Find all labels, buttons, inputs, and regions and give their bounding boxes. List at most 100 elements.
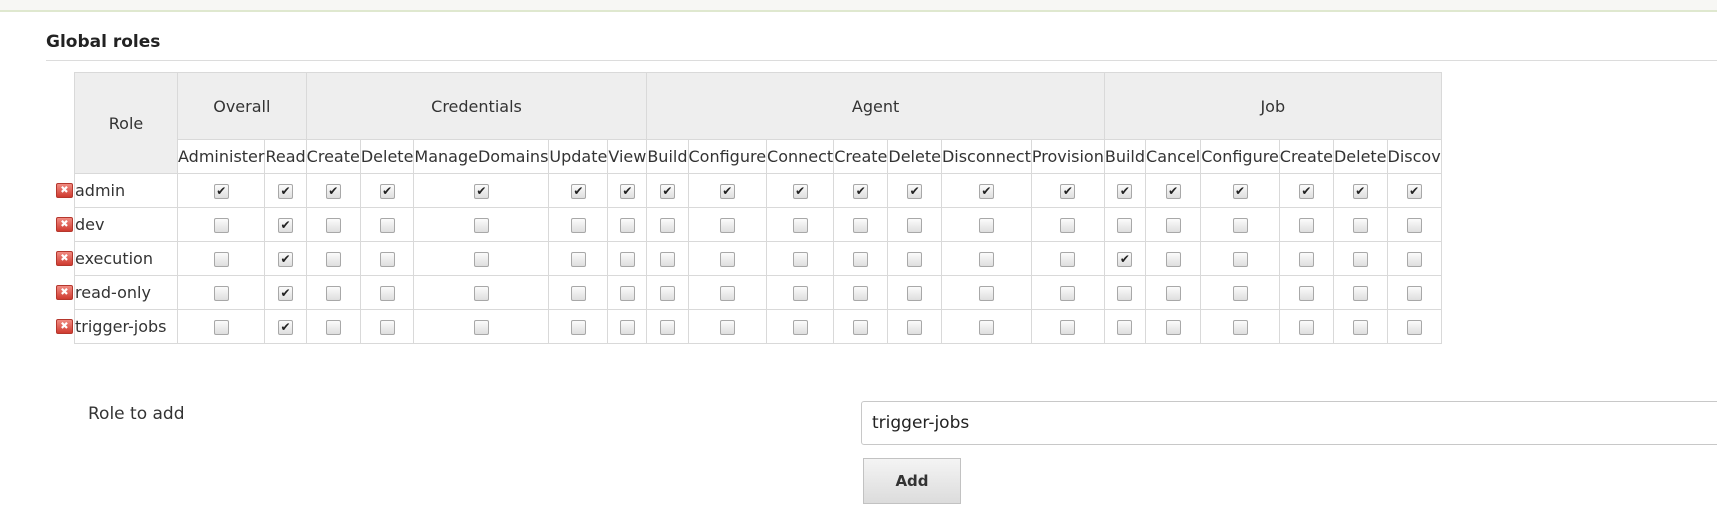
permission-checkbox[interactable] bbox=[1117, 218, 1133, 233]
permission-checkbox[interactable] bbox=[907, 320, 923, 335]
permission-checkbox[interactable] bbox=[570, 286, 586, 301]
permission-checkbox[interactable] bbox=[719, 320, 735, 335]
permission-checkbox[interactable] bbox=[719, 218, 735, 233]
permission-checkbox-checked[interactable]: ✔ bbox=[325, 184, 341, 199]
permission-checkbox[interactable] bbox=[659, 286, 675, 301]
permission-checkbox[interactable] bbox=[570, 320, 586, 335]
global-roles-table-viewport[interactable]: Role Overall Credentials Agent Job Administ… bbox=[46, 72, 1717, 344]
permission-checkbox-checked[interactable]: ✔ bbox=[1117, 252, 1133, 267]
permission-checkbox[interactable] bbox=[213, 218, 229, 233]
permission-checkbox[interactable] bbox=[1352, 320, 1368, 335]
permission-checkbox[interactable] bbox=[619, 320, 635, 335]
permission-checkbox[interactable] bbox=[325, 252, 341, 267]
permission-checkbox-checked[interactable]: ✔ bbox=[278, 218, 294, 233]
permission-checkbox[interactable] bbox=[325, 286, 341, 301]
permission-checkbox-checked[interactable]: ✔ bbox=[719, 184, 735, 199]
permission-checkbox[interactable] bbox=[907, 286, 923, 301]
permission-checkbox[interactable] bbox=[978, 320, 994, 335]
permission-checkbox[interactable] bbox=[1352, 286, 1368, 301]
permission-checkbox[interactable] bbox=[792, 218, 808, 233]
permission-checkbox-checked[interactable]: ✔ bbox=[1298, 184, 1314, 199]
permission-checkbox-checked[interactable]: ✔ bbox=[1165, 184, 1181, 199]
permission-checkbox-checked[interactable]: ✔ bbox=[278, 320, 294, 335]
permission-checkbox[interactable] bbox=[473, 286, 489, 301]
permission-checkbox[interactable] bbox=[1298, 252, 1314, 267]
permission-checkbox[interactable] bbox=[1060, 218, 1076, 233]
permission-checkbox[interactable] bbox=[325, 320, 341, 335]
permission-checkbox[interactable] bbox=[325, 218, 341, 233]
permission-checkbox[interactable] bbox=[1298, 320, 1314, 335]
permission-checkbox[interactable] bbox=[1232, 218, 1248, 233]
delete-icon[interactable]: ✖ bbox=[56, 183, 73, 198]
permission-checkbox-checked[interactable]: ✔ bbox=[1352, 184, 1368, 199]
permission-checkbox[interactable] bbox=[1060, 286, 1076, 301]
permission-checkbox[interactable] bbox=[719, 252, 735, 267]
permission-checkbox[interactable] bbox=[1298, 218, 1314, 233]
permission-checkbox[interactable] bbox=[659, 320, 675, 335]
permission-checkbox[interactable] bbox=[1232, 252, 1248, 267]
permission-checkbox[interactable] bbox=[853, 320, 869, 335]
permission-checkbox[interactable] bbox=[1406, 286, 1422, 301]
permission-checkbox[interactable] bbox=[570, 252, 586, 267]
permission-checkbox[interactable] bbox=[1117, 286, 1133, 301]
permission-checkbox-checked[interactable]: ✔ bbox=[1117, 184, 1133, 199]
permission-checkbox[interactable] bbox=[473, 320, 489, 335]
permission-checkbox[interactable] bbox=[379, 252, 395, 267]
permission-checkbox[interactable] bbox=[1165, 286, 1181, 301]
permission-checkbox[interactable] bbox=[1232, 286, 1248, 301]
permission-checkbox[interactable] bbox=[473, 252, 489, 267]
role-name-input[interactable] bbox=[861, 401, 1717, 445]
permission-checkbox[interactable] bbox=[719, 286, 735, 301]
permission-checkbox[interactable] bbox=[1165, 218, 1181, 233]
permission-checkbox-checked[interactable]: ✔ bbox=[1232, 184, 1248, 199]
delete-icon[interactable]: ✖ bbox=[56, 285, 73, 300]
add-role-button[interactable]: Add bbox=[863, 458, 961, 504]
delete-icon[interactable]: ✖ bbox=[56, 251, 73, 266]
permission-checkbox-checked[interactable]: ✔ bbox=[570, 184, 586, 199]
permission-checkbox[interactable] bbox=[619, 252, 635, 267]
permission-checkbox[interactable] bbox=[1165, 252, 1181, 267]
permission-checkbox[interactable] bbox=[1060, 320, 1076, 335]
permission-checkbox[interactable] bbox=[379, 218, 395, 233]
permission-checkbox[interactable] bbox=[1165, 320, 1181, 335]
permission-checkbox[interactable] bbox=[1352, 252, 1368, 267]
permission-checkbox[interactable] bbox=[659, 218, 675, 233]
permission-checkbox[interactable] bbox=[1406, 320, 1422, 335]
permission-checkbox[interactable] bbox=[659, 252, 675, 267]
permission-checkbox-checked[interactable]: ✔ bbox=[853, 184, 869, 199]
permission-checkbox[interactable] bbox=[379, 320, 395, 335]
permission-checkbox-checked[interactable]: ✔ bbox=[792, 184, 808, 199]
permission-checkbox[interactable] bbox=[1232, 320, 1248, 335]
permission-checkbox[interactable] bbox=[213, 252, 229, 267]
permission-checkbox-checked[interactable]: ✔ bbox=[379, 184, 395, 199]
permission-checkbox-checked[interactable]: ✔ bbox=[278, 286, 294, 301]
permission-checkbox[interactable] bbox=[853, 286, 869, 301]
permission-checkbox-checked[interactable]: ✔ bbox=[213, 184, 229, 199]
permission-checkbox-checked[interactable]: ✔ bbox=[907, 184, 923, 199]
permission-checkbox-checked[interactable]: ✔ bbox=[278, 184, 294, 199]
permission-checkbox[interactable] bbox=[792, 286, 808, 301]
permission-checkbox[interactable] bbox=[978, 286, 994, 301]
permission-checkbox[interactable] bbox=[978, 218, 994, 233]
permission-checkbox[interactable] bbox=[1406, 252, 1422, 267]
permission-checkbox-checked[interactable]: ✔ bbox=[473, 184, 489, 199]
permission-checkbox[interactable] bbox=[853, 218, 869, 233]
delete-icon[interactable]: ✖ bbox=[56, 319, 73, 334]
permission-checkbox[interactable] bbox=[379, 286, 395, 301]
permission-checkbox[interactable] bbox=[792, 252, 808, 267]
permission-checkbox[interactable] bbox=[213, 320, 229, 335]
permission-checkbox-checked[interactable]: ✔ bbox=[619, 184, 635, 199]
permission-checkbox[interactable] bbox=[1298, 286, 1314, 301]
delete-icon[interactable]: ✖ bbox=[56, 217, 73, 232]
permission-checkbox[interactable] bbox=[1117, 320, 1133, 335]
permission-checkbox[interactable] bbox=[792, 320, 808, 335]
permission-checkbox[interactable] bbox=[570, 218, 586, 233]
permission-checkbox[interactable] bbox=[619, 286, 635, 301]
permission-checkbox-checked[interactable]: ✔ bbox=[278, 252, 294, 267]
permission-checkbox[interactable] bbox=[907, 252, 923, 267]
permission-checkbox[interactable] bbox=[907, 218, 923, 233]
permission-checkbox[interactable] bbox=[619, 218, 635, 233]
permission-checkbox[interactable] bbox=[1406, 218, 1422, 233]
permission-checkbox-checked[interactable]: ✔ bbox=[978, 184, 994, 199]
permission-checkbox[interactable] bbox=[1060, 252, 1076, 267]
